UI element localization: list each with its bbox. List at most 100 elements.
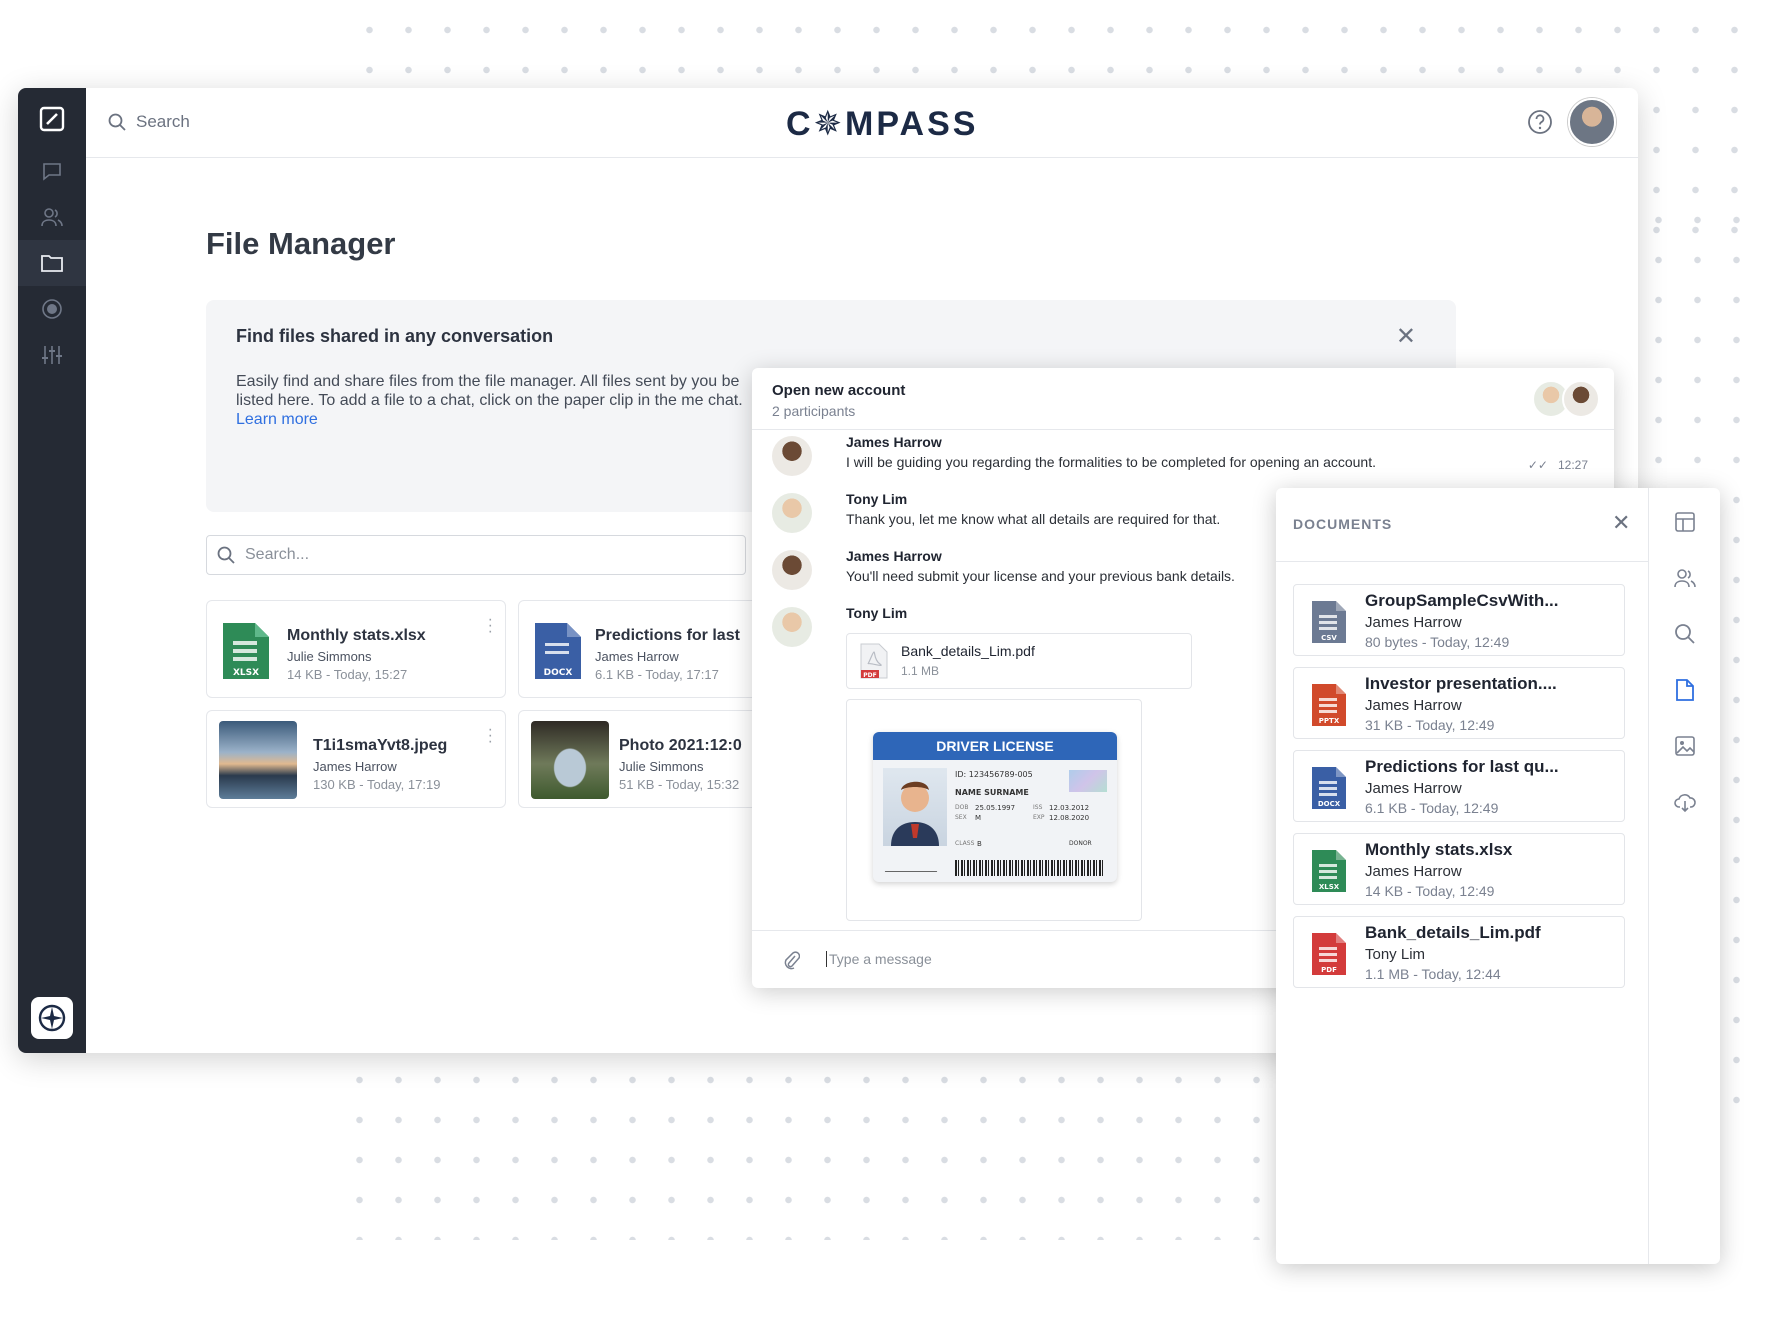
license-id: ID: 123456789-005: [955, 770, 1033, 779]
document-card[interactable]: PPTX Investor presentation.... James Harro…: [1293, 667, 1625, 739]
nav-contacts[interactable]: [18, 194, 86, 240]
document-meta: 6.1 KB - Today, 12:49: [1365, 800, 1499, 816]
file-name: Predictions for last: [595, 627, 740, 644]
attachment-card[interactable]: PDF Bank_details_Lim.pdf 1.1 MB: [846, 633, 1192, 689]
license-class-label: CLASS: [955, 840, 975, 847]
document-meta: 14 KB - Today, 12:49: [1365, 883, 1495, 899]
nav-files[interactable]: [18, 240, 86, 286]
license-sex-label: SEX: [955, 814, 967, 821]
license-photo: [883, 768, 947, 846]
license-iss: 12.03.2012: [1049, 804, 1090, 812]
document-card[interactable]: PDF Bank_details_Lim.pdf Tony Lim 1.1 MB - …: [1293, 916, 1625, 988]
attach-button[interactable]: [782, 950, 801, 975]
kebab-menu-icon[interactable]: · · ·: [488, 722, 493, 750]
top-bar: Search C✵MPASS: [86, 88, 1638, 158]
global-search[interactable]: Search: [108, 112, 190, 132]
attachment-size: 1.1 MB: [901, 664, 940, 678]
participants-button[interactable]: [1671, 564, 1699, 592]
users-icon: [41, 208, 63, 227]
chat-header: Open new account 2 participants: [752, 368, 1614, 430]
documents-title: DOCUMENTS: [1293, 516, 1393, 532]
image-icon: [1675, 736, 1695, 756]
barcode: [955, 860, 1103, 876]
learn-more-link[interactable]: Learn more: [236, 411, 318, 428]
file-owner: James Harrow: [313, 759, 397, 774]
layout-button[interactable]: [1671, 508, 1699, 536]
nav-target[interactable]: [18, 286, 86, 332]
document-name: GroupSampleCsvWith...: [1365, 591, 1559, 610]
documents-close-button[interactable]: ✕: [1612, 510, 1630, 536]
brand-logo: C✵MPASS: [786, 105, 979, 143]
search-icon: [1675, 624, 1695, 644]
message-author: Tony Lim: [846, 605, 908, 621]
file-card[interactable]: XLSX Monthly stats.xlsx Julie Simmons 14…: [206, 600, 506, 698]
document-card[interactable]: CSV GroupSampleCsvWith... James Harrow 80 b…: [1293, 584, 1625, 656]
documents-tab-button[interactable]: [1671, 676, 1699, 704]
message-author: James Harrow: [846, 548, 942, 564]
nav-chats[interactable]: [18, 148, 86, 194]
image-thumbnail: [531, 721, 609, 799]
file-owner: Julie Simmons: [287, 649, 372, 664]
paperclip-icon: [784, 951, 801, 970]
compose-button[interactable]: [18, 96, 86, 142]
document-owner: James Harrow: [1365, 863, 1462, 880]
csv-file-icon: CSV: [1310, 599, 1348, 650]
decorative-dots-bottom: [340, 1060, 1280, 1240]
help-icon: [1528, 110, 1552, 134]
xlsx-file-icon: XLSX: [1310, 848, 1348, 899]
help-button[interactable]: [1527, 109, 1553, 140]
pdf-file-icon: PDF: [859, 642, 889, 685]
documents-panel: DOCUMENTS ✕ CSV GroupSampleCsvWith... Jame…: [1276, 488, 1720, 1264]
svg-text:PDF: PDF: [1321, 966, 1337, 974]
banner-close-button[interactable]: ✕: [1396, 322, 1416, 351]
file-card[interactable]: Photo 2021:12:0 Julie Simmons 51 KB - To…: [518, 710, 758, 808]
avatar: [772, 493, 812, 533]
svg-text:DOCX: DOCX: [544, 668, 573, 678]
download-button[interactable]: [1671, 788, 1699, 816]
documents-header: DOCUMENTS ✕: [1276, 488, 1648, 562]
nav-settings[interactable]: [18, 332, 86, 378]
license-class: B: [977, 840, 982, 848]
signature: [884, 860, 942, 872]
attachment-name: Bank_details_Lim.pdf: [901, 643, 1035, 659]
message-input[interactable]: Type a message: [826, 951, 932, 967]
search-icon: [108, 113, 126, 131]
file-search-input[interactable]: Search...: [206, 535, 746, 575]
message-text: I will be guiding you regarding the form…: [846, 454, 1376, 470]
message-text: You'll need submit your license and your…: [846, 568, 1235, 584]
media-button[interactable]: [1671, 732, 1699, 760]
document-owner: James Harrow: [1365, 697, 1462, 714]
double-check-icon: ✓✓: [1527, 458, 1548, 472]
document-card[interactable]: XLSX Monthly stats.xlsx James Harrow 14 KB …: [1293, 833, 1625, 905]
user-avatar[interactable]: [1568, 98, 1616, 146]
avatar: [772, 607, 812, 647]
document-icon: [1676, 679, 1694, 701]
license-donor: DONOR: [1069, 840, 1092, 847]
file-card[interactable]: DOCX Predictions for last James Harrow 6…: [518, 600, 758, 698]
compass-icon: [38, 1004, 66, 1032]
message-status: ✓✓ 12:27: [1528, 458, 1588, 472]
license-iss-label: ISS: [1033, 804, 1043, 811]
image-attachment[interactable]: DRIVER LICENSE ID: 123456789-005 NAME SU…: [846, 699, 1142, 921]
file-card[interactable]: T1i1smaYvt8.jpeg James Harrow 130 KB - T…: [206, 710, 506, 808]
document-name: Investor presentation....: [1365, 674, 1557, 693]
svg-text:DOCX: DOCX: [1318, 800, 1341, 808]
license-exp-label: EXP: [1033, 814, 1045, 821]
chat-message: James Harrow I will be guiding you regar…: [772, 434, 1604, 482]
docx-file-icon: DOCX: [533, 621, 583, 686]
participant-avatar[interactable]: [1562, 380, 1600, 418]
file-meta: 51 KB - Today, 15:32: [619, 777, 740, 792]
search-button[interactable]: [1671, 620, 1699, 648]
document-name: Predictions for last qu...: [1365, 757, 1559, 776]
document-meta: 80 bytes - Today, 12:49: [1365, 634, 1510, 650]
compass-logo-button[interactable]: [31, 997, 73, 1039]
kebab-menu-icon[interactable]: · · ·: [488, 612, 493, 640]
driver-license-image: DRIVER LICENSE ID: 123456789-005 NAME SU…: [873, 732, 1117, 882]
license-dob: 25.05.1997: [975, 804, 1016, 812]
document-card[interactable]: DOCX Predictions for last qu... James Harr…: [1293, 750, 1625, 822]
compose-icon: [39, 106, 65, 132]
avatar: [772, 550, 812, 590]
message-text: Thank you, let me know what all details …: [846, 511, 1221, 527]
users-icon: [1674, 569, 1696, 588]
svg-text:XLSX: XLSX: [1319, 883, 1340, 891]
